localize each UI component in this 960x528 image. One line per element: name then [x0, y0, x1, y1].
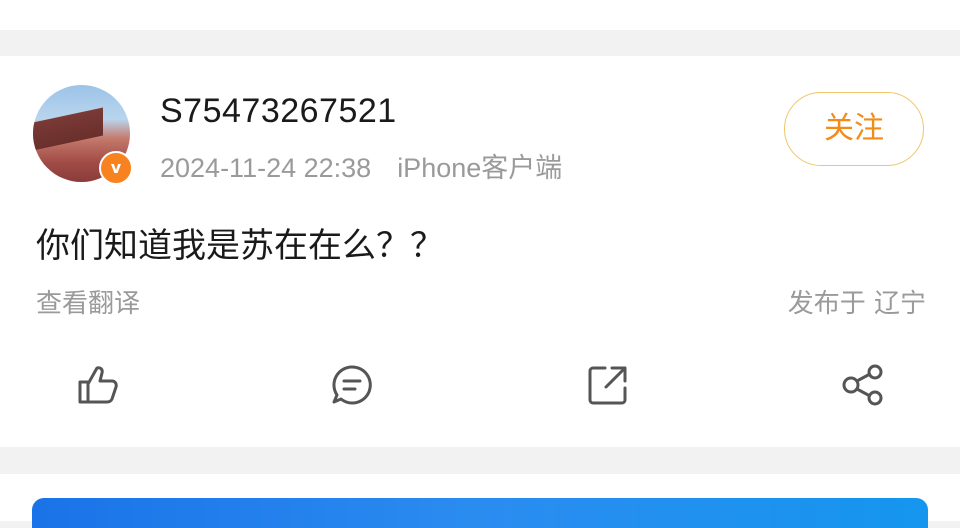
- comment-icon: [332, 365, 372, 405]
- comment-button[interactable]: [329, 362, 375, 408]
- like-button[interactable]: [74, 362, 120, 408]
- post-content: 你们知道我是苏在在么？？: [36, 226, 444, 266]
- verified-badge-icon: v: [99, 151, 133, 185]
- username[interactable]: S75473267521: [160, 92, 397, 131]
- repost-icon: [588, 366, 627, 405]
- post-source: iPhone客户端: [397, 153, 563, 183]
- like-icon: [78, 366, 118, 404]
- post-card[interactable]: v S75473267521 2024-11-24 22:38 iPhone客户端…: [0, 56, 960, 447]
- post-meta: 2024-11-24 22:38 iPhone客户端: [160, 146, 562, 185]
- post-timestamp: 2024-11-24 22:38: [160, 153, 372, 183]
- translate-link[interactable]: 查看翻译: [36, 283, 140, 320]
- share-button[interactable]: [840, 362, 886, 408]
- previous-card-bottom: [0, 0, 960, 30]
- post-location: 发布于 辽宁: [787, 289, 926, 319]
- follow-button[interactable]: 关注: [784, 92, 924, 166]
- avatar[interactable]: v: [33, 85, 133, 185]
- repost-button[interactable]: [585, 362, 631, 408]
- avatar-photo-wall: [33, 107, 103, 151]
- share-icon: [842, 364, 883, 406]
- next-card-banner[interactable]: [32, 498, 928, 528]
